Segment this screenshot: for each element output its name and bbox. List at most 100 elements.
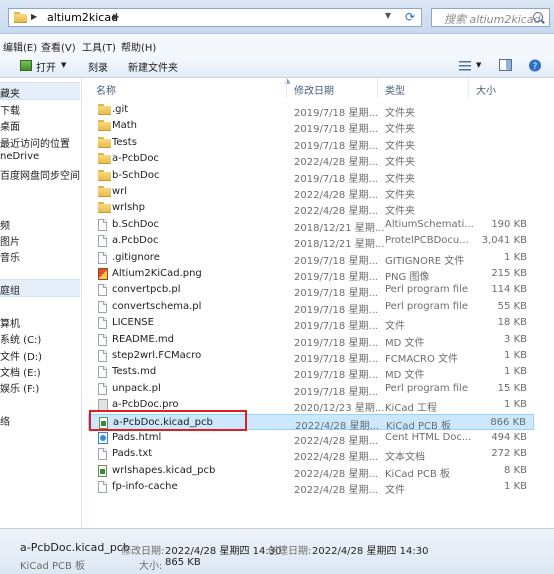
nav-item-music[interactable]: 音乐 — [0, 249, 20, 264]
nav-item-downloads[interactable]: 下载 — [0, 102, 20, 117]
file-row[interactable]: step2wrl.FCMacro 2019/7/18 星期... FCMACRO 文… — [88, 348, 534, 365]
search-placeholder: 搜索 altium2kicad — [444, 13, 541, 26]
file-row[interactable]: README.md 2019/7/18 星期... MD 文件 3 KB — [88, 332, 534, 349]
column-header-type[interactable]: 类型 — [385, 82, 405, 97]
new-folder-button[interactable]: 新建文件夹 — [128, 59, 178, 74]
details-file-type: KiCad PCB 板 — [20, 561, 86, 572]
file-row[interactable]: Pads.html 2022/4/28 星期... Cent HTML Doc...… — [88, 430, 534, 447]
kicad-project-icon — [98, 399, 108, 412]
file-name: LICENSE — [112, 317, 154, 329]
file-row[interactable]: a-PcbDoc.kicad_pcb 2022/4/28 星期... KiCad P… — [88, 413, 534, 432]
file-row[interactable]: Tests 2019/7/18 星期... 文件夹 — [88, 135, 534, 152]
file-type: 文件夹 — [385, 206, 415, 218]
file-size: 1 KB — [504, 350, 527, 361]
file-row[interactable]: a.PcbDoc 2018/12/21 星期... ProtelPCBDocu...… — [88, 233, 534, 250]
navigation-pane: 藏夹 下载 桌面 最近访问的位置 neDrive 百度网盘同步空间 频 图片 音… — [0, 78, 82, 528]
file-modified: 2020/12/23 星期... — [294, 403, 385, 415]
nav-item-pictures[interactable]: 图片 — [0, 233, 20, 248]
nav-item-baidu[interactable]: 百度网盘同步空间 — [0, 167, 80, 182]
nav-item-videos[interactable]: 频 — [0, 217, 10, 232]
menu-help[interactable]: 帮助(H) — [121, 39, 156, 54]
chevron-down-icon[interactable]: ▼ — [385, 11, 391, 20]
search-icon — [533, 12, 543, 22]
folder-icon — [98, 186, 111, 197]
file-modified: 2019/7/18 星期... — [294, 272, 378, 283]
html-file-icon — [98, 432, 108, 444]
nav-item-drive-e[interactable]: 文档 (E:) — [0, 364, 41, 379]
nav-item-drive-c[interactable]: 系统 (C:) — [0, 331, 41, 346]
nav-item-network[interactable]: 络 — [0, 413, 10, 428]
image-icon — [98, 268, 108, 280]
view-options-icon[interactable] — [458, 59, 472, 72]
file-row[interactable]: wrlshapes.kicad_pcb 2022/4/28 星期... KiCad … — [88, 463, 534, 480]
file-row[interactable]: wrl 2022/4/28 星期... 文件夹 — [88, 184, 534, 201]
file-type: 文件夹 — [385, 108, 415, 119]
file-row[interactable]: Math 2019/7/18 星期... 文件夹 — [88, 118, 534, 135]
open-dropdown-icon[interactable]: ▼ — [61, 61, 66, 69]
nav-item-drive-d[interactable]: 文件 (D:) — [0, 348, 42, 363]
svg-text:?: ? — [533, 62, 538, 72]
search-input[interactable]: 搜索 altium2kicad — [431, 8, 550, 27]
file-row[interactable]: Tests.md 2019/7/18 星期... MD 文件 1 KB — [88, 364, 534, 381]
menu-edit[interactable]: 编辑(E) — [3, 39, 37, 54]
details-created-value: 2022/4/28 星期四 14:30 — [312, 546, 429, 557]
file-row[interactable]: LICENSE 2019/7/18 星期... 文件 18 KB — [88, 315, 534, 332]
preview-pane-icon[interactable] — [499, 59, 513, 72]
file-row[interactable]: convertschema.pl 2019/7/18 星期... Perl prog… — [88, 299, 534, 316]
column-header-name[interactable]: 名称 — [96, 82, 116, 97]
nav-item-drive-f[interactable]: 娱乐 (F:) — [0, 380, 39, 395]
file-icon — [98, 350, 107, 362]
nav-item-desktop[interactable]: 桌面 — [0, 118, 20, 133]
column-header-size[interactable]: 大小 — [476, 82, 496, 97]
details-file-name: a-PcbDoc.kicad_pcb — [20, 541, 130, 554]
file-size: 215 KB — [491, 268, 527, 279]
nav-item-homegroup[interactable]: 庭组 — [0, 282, 20, 297]
column-divider[interactable] — [468, 78, 469, 98]
file-icon — [98, 300, 107, 313]
file-modified: 2019/7/18 星期... — [294, 337, 378, 349]
folder-icon — [98, 169, 111, 181]
nav-item-favorites[interactable]: 藏夹 — [0, 85, 20, 100]
column-divider[interactable] — [286, 78, 287, 98]
file-name: Pads.html — [112, 432, 162, 443]
refresh-icon[interactable]: ⟳ — [405, 10, 415, 24]
nav-item-computer[interactable]: 算机 — [0, 315, 20, 330]
file-row[interactable]: wrlshp 2022/4/28 星期... 文件夹 — [88, 200, 534, 218]
folder-icon — [98, 104, 111, 115]
nav-item-onedrive[interactable]: neDrive — [0, 151, 39, 162]
breadcrumb-current[interactable]: altium2kicad — [47, 11, 118, 24]
file-row[interactable]: b.SchDoc 2018/12/21 星期... AltiumSchemati..… — [88, 217, 534, 234]
chevron-down-icon[interactable]: ▼ — [476, 61, 481, 69]
file-row[interactable]: Pads.txt 2022/4/28 星期... 文本文档 272 KB — [88, 446, 534, 463]
menu-view[interactable]: 查看(V) — [41, 39, 76, 54]
breadcrumb-arrow-icon[interactable]: ▶ — [113, 12, 119, 21]
command-toolbar: 打开 ▼ 刻录 新建文件夹 ▼ ? — [0, 55, 554, 78]
help-icon[interactable]: ? — [528, 59, 542, 72]
file-row[interactable]: Altium2KiCad.png 2019/7/18 星期... PNG 图像 215… — [88, 266, 534, 283]
file-row[interactable]: convertpcb.pl 2019/7/18 星期... Perl program… — [88, 282, 534, 299]
file-name: README.md — [112, 333, 175, 345]
file-name: .git — [112, 104, 129, 115]
column-header-modified[interactable]: 修改日期 — [294, 82, 334, 97]
file-name: step2wrl.FCMacro — [112, 350, 202, 361]
details-size-label: 大小: — [139, 561, 163, 572]
breadcrumb-arrow-icon[interactable]: ▶ — [31, 12, 37, 21]
file-row[interactable]: a-PcbDoc 2022/4/28 星期... 文件夹 — [88, 151, 534, 168]
nav-item-recent[interactable]: 最近访问的位置 — [0, 135, 70, 150]
file-row[interactable]: fp-info-cache 2022/4/28 星期... 文件 1 KB — [88, 479, 534, 496]
open-button[interactable]: 打开 — [36, 59, 56, 74]
file-icon — [98, 218, 107, 231]
file-icon — [98, 251, 107, 264]
folder-icon — [98, 136, 111, 148]
menu-tools[interactable]: 工具(T) — [82, 39, 116, 54]
file-row[interactable]: .gitignore 2019/7/18 星期... GITIGNORE 文件 1 K… — [88, 250, 534, 267]
column-divider[interactable] — [377, 78, 378, 98]
file-row[interactable]: b-SchDoc 2019/7/18 星期... 文件夹 — [88, 168, 534, 185]
details-size-value: 865 KB — [165, 557, 201, 568]
address-bar[interactable]: ▶ altium2kicad ▶ ▼ ⟳ — [8, 8, 422, 27]
file-name: a-PcbDoc.pro — [112, 399, 179, 411]
file-row[interactable]: a-PcbDoc.pro 2020/12/23 星期... KiCad 工程 1 KB — [88, 397, 534, 415]
burn-button[interactable]: 刻录 — [88, 59, 108, 74]
file-row[interactable]: unpack.pl 2019/7/18 星期... Perl program fil… — [88, 381, 534, 398]
file-row[interactable]: .git 2019/7/18 星期... 文件夹 — [88, 102, 534, 119]
